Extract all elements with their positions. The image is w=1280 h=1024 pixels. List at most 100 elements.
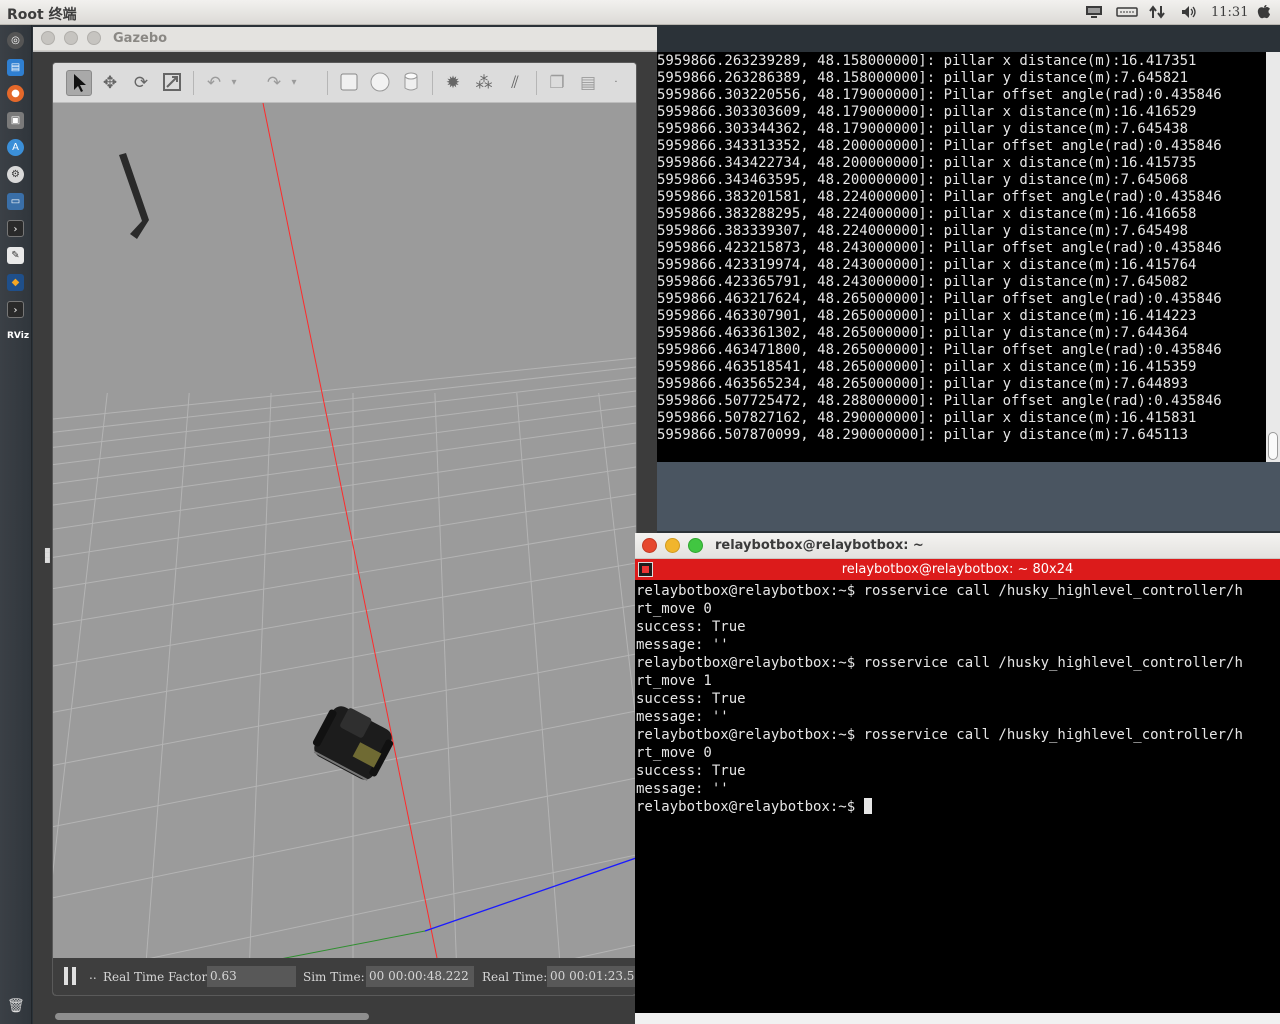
background-window-edge xyxy=(635,1013,1280,1024)
active-app-title: Root 终端 xyxy=(7,7,77,23)
remote-desktop-icon[interactable]: ▭ xyxy=(7,193,24,210)
terminal-maximize-button[interactable] xyxy=(688,538,703,553)
apple-logo-icon[interactable] xyxy=(1255,4,1273,20)
step-button[interactable]: .. xyxy=(89,968,97,982)
software-center-icon[interactable]: A xyxy=(7,139,24,156)
dash-icon[interactable]: ◎ xyxy=(7,32,24,49)
background-terminal[interactable]: 5959866.263239289, 48.158000000]: pillar… xyxy=(657,52,1280,462)
rotate-icon[interactable]: ⟳ xyxy=(128,70,154,96)
terminal-minimize-button[interactable] xyxy=(665,538,680,553)
terminal-window-title: relaybotbox@relaybotbox: ~ xyxy=(715,538,924,553)
terminal-tab-title: relaybotbox@relaybotbox: ~ 80x24 xyxy=(841,562,1074,577)
terminal-line: relaybotbox@relaybotbox:~$ rosservice ca… xyxy=(636,583,1243,599)
3d-scene[interactable] xyxy=(53,103,636,958)
toolbar-more-icon[interactable]: · xyxy=(609,70,623,96)
sim-time-label: Sim Time: xyxy=(303,970,365,984)
terminal-line: message: '' xyxy=(636,781,729,797)
terminal-line: 5959866.463518541, 48.265000000]: pillar… xyxy=(657,359,1197,375)
clock[interactable]: 11:31 xyxy=(1211,5,1248,20)
gazebo-body: ▪ ▪ ▪ ✥ ⟳ ↶ ▾ ↷ ▾ ✹ ⁂ ⫽ ❐ ▤ · .. Real Ti… xyxy=(33,52,657,1024)
rviz-icon[interactable]: RViz xyxy=(7,328,29,345)
gazebo-3d-viewport[interactable] xyxy=(53,103,636,958)
terminal-line: 5959866.463471800, 48.265000000]: Pillar… xyxy=(657,342,1222,358)
gazebo-close-button[interactable] xyxy=(41,31,55,45)
terminal-line: 5959866.383201581, 48.224000000]: Pillar… xyxy=(657,189,1222,205)
terminal-line: 5959866.383339307, 48.224000000]: pillar… xyxy=(657,223,1189,239)
box-shape-icon[interactable] xyxy=(336,70,362,96)
terminal-line: 5959866.343313352, 48.200000000]: Pillar… xyxy=(657,138,1222,154)
copy-icon[interactable]: ❐ xyxy=(544,70,570,96)
terminal-line: message: '' xyxy=(636,637,729,653)
settings-icon[interactable]: ⚙ xyxy=(7,166,24,183)
select-arrow-icon[interactable] xyxy=(66,70,92,96)
text-editor-icon[interactable]: ✎ xyxy=(7,247,24,264)
trash-icon[interactable]: 🗑 xyxy=(7,998,25,1015)
volume-icon[interactable] xyxy=(1180,4,1198,20)
splitter-handle[interactable]: ▪ ▪ ▪ xyxy=(44,546,51,566)
rtf-value: 0.63 xyxy=(207,966,296,987)
terminal-line: relaybotbox@relaybotbox:~$ rosservice ca… xyxy=(636,655,1243,671)
network-arrows-icon[interactable] xyxy=(1148,4,1166,20)
terminal-line: 5959866.263286389, 48.158000000]: pillar… xyxy=(657,70,1189,86)
gazebo-maximize-button[interactable] xyxy=(87,31,101,45)
terminal-cursor xyxy=(863,798,872,814)
terminal-output: 5959866.263239289, 48.158000000]: pillar… xyxy=(657,53,1222,444)
horizontal-scrollbar[interactable] xyxy=(55,1013,369,1020)
terminal-line: 5959866.463217624, 48.265000000]: Pillar… xyxy=(657,291,1222,307)
gazebo-window: Gazebo ▪ ▪ ▪ ✥ ⟳ ↶ ▾ ↷ ▾ ✹ ⁂ ⫽ ❐ ▤ · .. … xyxy=(33,27,657,1024)
terminal-line: 5959866.463307901, 48.265000000]: pillar… xyxy=(657,308,1197,324)
rtf-label: Real Time Factor: xyxy=(103,970,212,984)
gazebo-status-bar: .. Real Time Factor: 0.63 Sim Time: 00 0… xyxy=(53,958,636,995)
terminal-line: 5959866.343463595, 48.200000000]: pillar… xyxy=(657,172,1189,188)
terminal-line: 5959866.463565234, 48.265000000]: pillar… xyxy=(657,376,1189,392)
terminal-close-button[interactable] xyxy=(642,538,657,553)
terminal-line: success: True xyxy=(636,619,746,635)
paste-icon[interactable]: ▤ xyxy=(575,70,601,96)
pause-icon[interactable] xyxy=(64,967,78,985)
terminal-line: 5959866.507827162, 48.290000000]: pillar… xyxy=(657,410,1197,426)
gazebo-titlebar[interactable]: Gazebo xyxy=(33,27,657,51)
terminal-line: 5959866.423215873, 48.243000000]: Pillar… xyxy=(657,240,1222,256)
terminal-icon[interactable]: › xyxy=(7,220,24,237)
spot-light-icon[interactable]: ⁂ xyxy=(471,70,497,96)
cylinder-shape-icon[interactable] xyxy=(398,70,424,96)
terminal-line: 5959866.383288295, 48.224000000]: pillar… xyxy=(657,206,1197,222)
terminal-scrollbar[interactable] xyxy=(1266,52,1280,462)
printer-icon[interactable]: ▣ xyxy=(7,112,24,129)
terminal-line: 5959866.463361302, 48.265000000]: pillar… xyxy=(657,325,1189,341)
terminal-line: 5959866.507870099, 48.290000000]: pillar… xyxy=(657,427,1189,443)
virtualbox-icon[interactable]: ◆ xyxy=(7,274,24,291)
launcher: ◎ ▤ ● ▣ A ⚙ ▭ › ✎ ◆ › RViz 🗑 xyxy=(0,25,32,1024)
terminal-titlebar[interactable]: relaybotbox@relaybotbox: ~ xyxy=(635,533,1280,559)
terminal-line: success: True xyxy=(636,691,746,707)
terminal-scroll-thumb[interactable] xyxy=(1268,432,1278,460)
terminal-line: 5959866.423319974, 48.243000000]: pillar… xyxy=(657,257,1197,273)
gazebo-toolbar: ✥ ⟳ ↶ ▾ ↷ ▾ ✹ ⁂ ⫽ ❐ ▤ · xyxy=(53,63,636,103)
main-terminal-window[interactable]: relaybotbox@relaybotbox: ~ relaybotbox@r… xyxy=(635,533,1280,1013)
terminal-line: 5959866.423365791, 48.243000000]: pillar… xyxy=(657,274,1189,290)
terminal-line: 5959866.343422734, 48.200000000]: pillar… xyxy=(657,155,1197,171)
terminal-line: success: True xyxy=(636,763,746,779)
desktop-background xyxy=(657,462,1280,531)
terminal-line: 5959866.303220556, 48.179000000]: Pillar… xyxy=(657,87,1222,103)
redo-dropdown-icon[interactable]: ▾ xyxy=(287,70,301,96)
terminal-line: relaybotbox@relaybotbox:~$ rosservice ca… xyxy=(636,727,1243,743)
terminal-prompt-text: relaybotbox@relaybotbox:~$ xyxy=(636,799,864,815)
files-icon[interactable]: ▤ xyxy=(7,59,24,76)
terminal-line: rt_move 0 xyxy=(636,745,712,761)
point-light-icon[interactable]: ✹ xyxy=(440,70,466,96)
sphere-shape-icon[interactable] xyxy=(367,70,393,96)
firefox-icon[interactable]: ● xyxy=(7,85,24,102)
undo-dropdown-icon[interactable]: ▾ xyxy=(227,70,241,96)
terminal-2-icon[interactable]: › xyxy=(7,301,24,318)
redo-icon[interactable]: ↷ xyxy=(261,70,287,96)
scale-icon[interactable] xyxy=(159,70,185,96)
terminal-prompt[interactable]: relaybotbox@relaybotbox:~$ xyxy=(636,798,1243,816)
network-monitor-icon[interactable] xyxy=(1085,4,1103,20)
terminal-line: 5959866.303344362, 48.179000000]: pillar… xyxy=(657,121,1189,137)
directional-light-icon[interactable]: ⫽ xyxy=(502,70,528,96)
gazebo-minimize-button[interactable] xyxy=(64,31,78,45)
undo-icon[interactable]: ↶ xyxy=(201,70,227,96)
keyboard-icon[interactable] xyxy=(1116,4,1138,20)
translate-icon[interactable]: ✥ xyxy=(97,70,123,96)
